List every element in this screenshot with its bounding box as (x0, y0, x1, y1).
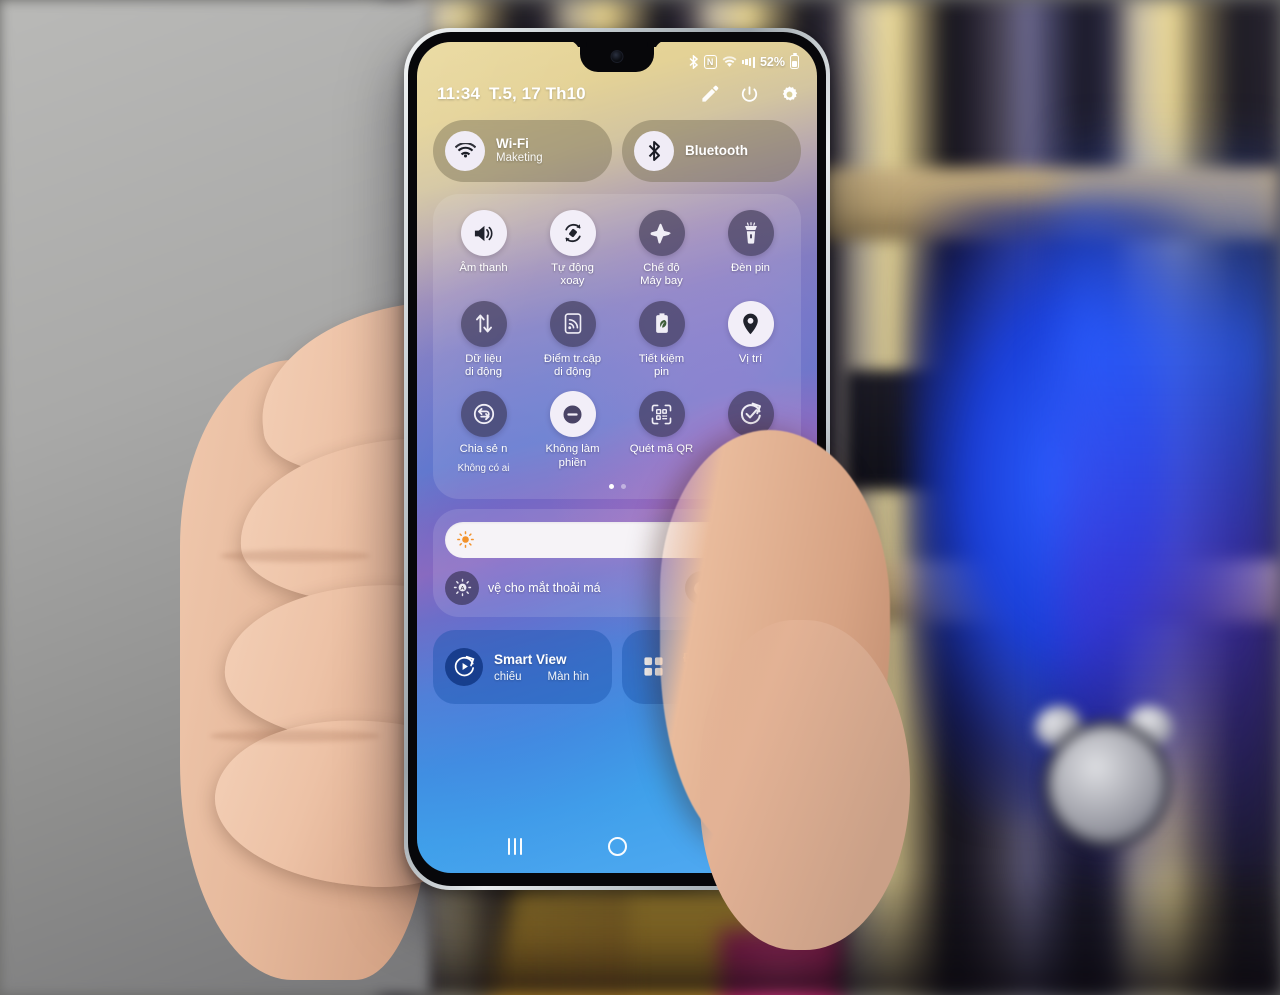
bluetooth-icon (634, 131, 674, 171)
edit-icon[interactable] (700, 85, 719, 104)
tile-do-not-disturb[interactable]: Không làm phiền (528, 389, 617, 480)
tile-flashlight[interactable]: Đèn pin (706, 208, 795, 295)
wifi-icon (722, 56, 737, 68)
volume-icon (460, 210, 507, 256)
tile-mobile-hotspot[interactable]: Điểm tr.cập di động (528, 299, 617, 386)
location-pin-icon (727, 300, 774, 347)
bluetooth-tile[interactable]: Bluetooth (622, 120, 801, 182)
tile-quick-share[interactable]: Chia sẻ n Không có ai (439, 389, 528, 480)
page-dot-active[interactable] (608, 483, 614, 489)
clock-date: T.5, 17 Th10 (489, 84, 586, 103)
tile-label: Không làm phiền (545, 443, 600, 469)
header-actions (700, 85, 799, 104)
tile-label: Tự động xoay (551, 262, 594, 288)
tile-label: Âm thanh (459, 262, 508, 274)
wifi-icon (445, 131, 485, 171)
auto-rotate-icon (549, 210, 596, 256)
wifi-tile[interactable]: Wi-Fi Maketing (433, 120, 612, 182)
tile-airplane-mode[interactable]: Chế độ Máy bay (617, 208, 706, 295)
svg-text:A: A (460, 586, 464, 592)
palm-crease (220, 550, 370, 562)
bluetooth-title: Bluetooth (685, 143, 748, 159)
bluetooth-icon (688, 55, 699, 69)
page-dot[interactable] (620, 483, 626, 489)
wifi-title: Wi-Fi (496, 136, 529, 152)
battery-icon (790, 55, 799, 69)
hotspot-icon (549, 300, 596, 347)
tile-mobile-data[interactable]: Dữ liệu di động (439, 299, 528, 386)
front-camera (610, 50, 624, 63)
tile-auto-rotate[interactable]: Tự động xoay (528, 208, 617, 295)
smart-view-sub-right: Màn hìn (547, 670, 590, 683)
qr-scan-icon (638, 391, 685, 438)
tile-label: Chia sẻ n (459, 443, 508, 456)
power-icon[interactable] (740, 85, 759, 104)
bluetooth-tile-text: Bluetooth (685, 143, 748, 159)
lower-fingers-wrapping (700, 620, 910, 950)
eye-comfort-label: vệ cho mắt thoải má (488, 580, 601, 595)
do-not-disturb-icon (549, 391, 596, 438)
tile-label: Tiết kiệm pin (638, 352, 685, 378)
smart-view-text: Smart View chiếu Màn hìn (494, 651, 589, 683)
quick-panel-header: 11:34 T.5, 17 Th10 (417, 72, 817, 110)
smart-view-subtitle: chiếu Màn hìn (494, 671, 589, 683)
wifi-tile-text: Wi-Fi Maketing (496, 136, 543, 165)
recents-button[interactable] (507, 837, 523, 855)
tile-sublabel: Không có ai (457, 462, 510, 474)
settings-gear-icon[interactable] (780, 85, 799, 104)
tile-label: Chế độ Máy bay (640, 262, 683, 288)
clock-time: 11:34 (437, 84, 481, 103)
tile-label: Dữ liệu di động (464, 352, 503, 378)
tile-label: Vị trí (738, 352, 763, 365)
connectivity-tiles: Wi-Fi Maketing Bluetooth (417, 110, 817, 182)
tile-label: Quét mã QR (629, 443, 694, 456)
wifi-network-name: Maketing (496, 152, 543, 165)
eye-comfort-shield-toggle[interactable]: A vệ cho mắt thoải má (445, 570, 676, 605)
tile-label: Điểm tr.cập di động (543, 352, 602, 378)
quick-share-icon (460, 391, 507, 438)
tile-sound[interactable]: Âm thanh (439, 208, 528, 295)
alarm-clock (1029, 699, 1180, 850)
battery-saver-icon (638, 300, 685, 347)
tile-location[interactable]: Vị trí (706, 299, 795, 386)
signal-bars-icon (741, 56, 755, 68)
clock-date-group: 11:34 T.5, 17 Th10 (437, 84, 586, 104)
tile-label: Đèn pin (731, 262, 770, 274)
tile-battery-saver[interactable]: Tiết kiệm pin (617, 299, 706, 386)
battery-percent-label: 52% (759, 55, 785, 69)
clock-face (1043, 720, 1171, 848)
tile-qr-scan[interactable]: Quét mã QR (617, 389, 706, 480)
brightness-sun-icon (457, 531, 474, 549)
mobile-data-icon (460, 300, 507, 347)
smart-view-icon (445, 647, 483, 686)
eye-comfort-icon: A (445, 570, 479, 605)
home-button[interactable] (608, 836, 628, 856)
smart-view-title: Smart View (494, 651, 567, 667)
airplane-icon (638, 210, 685, 256)
smart-view-card[interactable]: Smart View chiếu Màn hìn (433, 629, 612, 704)
flashlight-icon (727, 210, 774, 256)
smart-view-sub-left: chiếu (494, 670, 522, 683)
palm-crease (210, 730, 380, 742)
nfc-icon: N (703, 55, 717, 69)
